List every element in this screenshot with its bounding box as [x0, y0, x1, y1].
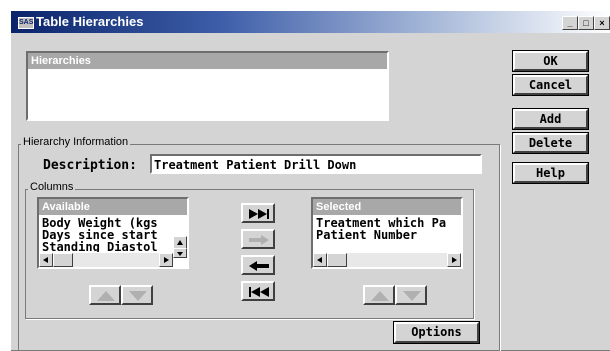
help-button[interactable]: Help [512, 162, 589, 184]
delete-button[interactable]: Delete [512, 132, 589, 154]
right-arrow-icon [249, 235, 269, 245]
move-all-right-button[interactable] [241, 203, 275, 223]
move-left-button[interactable] [241, 255, 275, 275]
left-arrow-icon [317, 257, 322, 263]
available-h-scroll-thumb[interactable] [53, 253, 73, 267]
selected-scroll-left-button[interactable] [313, 253, 327, 267]
selected-h-scroll-thumb[interactable] [327, 253, 347, 267]
right-arrow-icon [452, 257, 457, 263]
down-arrow-icon [177, 252, 183, 256]
app-icon: SAS [18, 17, 34, 29]
cancel-button[interactable]: Cancel [512, 74, 589, 96]
left-arrow-icon [249, 261, 269, 271]
columns-label: Columns [28, 181, 76, 193]
hierarchies-list[interactable]: Hierarchies [26, 51, 389, 121]
title-bar: SAS Table Hierarchies _ □ × [11, 11, 610, 33]
options-button[interactable]: Options [393, 321, 480, 344]
available-move-up-button[interactable] [89, 285, 121, 305]
available-scroll-down-button[interactable] [173, 248, 187, 258]
add-button[interactable]: Add [512, 108, 589, 130]
down-arrow-icon [403, 291, 421, 301]
available-list[interactable]: Available Body Weight (kgs Days since st… [37, 197, 189, 269]
available-scroll-left-button[interactable] [39, 253, 53, 267]
move-right-button[interactable] [241, 229, 275, 249]
down-arrow-icon [129, 291, 147, 301]
up-arrow-icon [177, 240, 183, 245]
selected-list[interactable]: Selected Treatment which Pa Patient Numb… [311, 197, 463, 269]
hierarchy-information-label: Hierarchy Information [21, 136, 131, 148]
up-arrow-icon [97, 291, 115, 301]
selected-item[interactable]: Patient Number [316, 229, 462, 242]
double-left-arrow-icon [249, 287, 269, 297]
selected-move-down-button[interactable] [395, 285, 427, 305]
close-button[interactable]: × [594, 16, 610, 30]
maximize-button[interactable]: □ [578, 16, 594, 30]
available-move-down-button[interactable] [121, 285, 153, 305]
move-all-left-button[interactable] [241, 281, 275, 301]
selected-scroll-right-button[interactable] [447, 253, 461, 267]
right-arrow-icon [164, 257, 169, 263]
description-value: Treatment Patient Drill Down [154, 158, 357, 172]
ok-button[interactable]: OK [512, 50, 589, 72]
window-title: Table Hierarchies [36, 14, 144, 29]
left-arrow-icon [43, 257, 48, 263]
description-field[interactable]: Treatment Patient Drill Down [150, 154, 482, 174]
available-list-header: Available [39, 199, 187, 215]
description-label: Description: [43, 158, 137, 173]
hierarchies-list-header: Hierarchies [28, 53, 387, 69]
available-item[interactable]: Standing Diastol [42, 241, 170, 252]
up-arrow-icon [371, 291, 389, 301]
selected-list-header: Selected [313, 199, 461, 215]
double-right-arrow-icon [249, 209, 269, 219]
minimize-button[interactable]: _ [562, 16, 578, 30]
available-scroll-right-button[interactable] [159, 253, 173, 267]
table-hierarchies-window: SAS Table Hierarchies _ □ × Hierarchies … [10, 10, 610, 351]
selected-move-up-button[interactable] [363, 285, 395, 305]
